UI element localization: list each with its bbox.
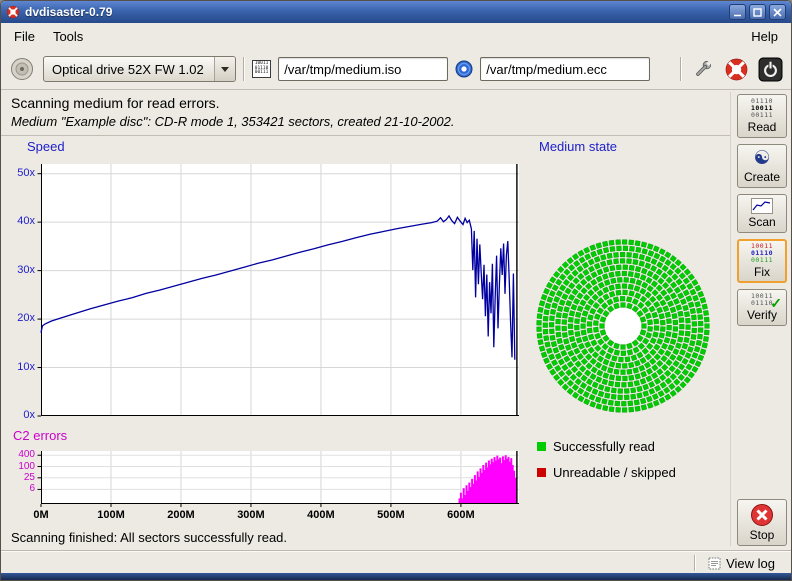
drive-button[interactable] [8,55,36,83]
speed-y-tick-label: 30x [7,264,35,276]
legend-label-unreadable: Unreadable / skipped [553,465,676,480]
window-title: dvdisaster-0.79 [25,5,724,19]
create-button[interactable]: ☯ Create [737,144,787,188]
status-line-1: Scanning medium for read errors. [11,95,721,111]
speed-y-tick-label: 50x [7,167,35,179]
menu-tools[interactable]: Tools [44,26,92,47]
scan-button[interactable]: Scan [737,194,787,233]
stop-label: Stop [750,528,775,542]
toolbar: Optical drive 52X FW 1.02 10011 01110 00… [1,49,791,90]
iso-file-icon: 10011 01110 00111 [252,60,272,78]
statusbar-separator [694,555,696,571]
fix-icon: 10011 01110 00111 [751,243,773,264]
drive-select-arrow-box [214,57,235,81]
medium-state-title: Medium state [539,139,617,154]
toolbar-right-group [680,56,784,83]
create-icon: ☯ [753,148,770,169]
c2-y-tick-label: 100 [7,461,35,472]
preferences-button[interactable] [689,56,716,83]
ecc-path-input[interactable] [480,57,650,81]
speed-y-tick-label: 20x [7,312,35,324]
close-button[interactable] [769,4,786,20]
scan-result-status: Scanning finished: All sectors successfu… [11,530,287,545]
check-icon: ✓ [770,295,782,312]
menubar: File Tools Help [1,23,791,49]
app-icon [6,5,20,19]
toolbar-separator [243,57,245,81]
dvdisaster-logo-button[interactable] [723,56,750,83]
rescue-ring-icon [724,57,749,82]
x-axis-tick-label: 600M [441,509,481,521]
action-sidebar: 01110 10011 00111 Read ☯ Create Scan 100… [730,92,792,546]
view-log-label: View log [726,556,775,571]
drive-icon [9,56,35,82]
minimize-button[interactable] [729,4,746,20]
legend-swatch-unreadable-icon [537,468,546,477]
fix-button[interactable]: 10011 01110 00111 Fix [737,239,787,283]
legend-label-read: Successfully read [553,439,655,454]
scan-icon [751,198,773,214]
scan-label: Scan [748,215,775,229]
create-label: Create [744,170,780,184]
speed-chart-plot [41,164,519,416]
stop-icon [750,503,774,527]
status-heading: Scanning medium for read errors. Medium … [1,90,731,136]
c2-errors-chart-title: C2 errors [13,428,67,443]
verify-icon: 10011 01110 ✓ [751,293,773,307]
legend-item-read: Successfully read [537,439,655,454]
read-label: Read [748,120,777,134]
fix-label: Fix [754,265,770,279]
menu-help[interactable]: Help [742,26,787,47]
speed-chart-title: Speed [27,139,65,154]
read-button[interactable]: 01110 10011 00111 Read [737,94,787,138]
titlebar[interactable]: dvdisaster-0.79 [1,1,791,23]
toolbar-separator [680,57,682,81]
speed-y-tick-label: 0x [7,409,35,421]
x-axis-tick-label: 100M [91,509,131,521]
log-icon [708,557,721,570]
wrench-icon [690,57,715,82]
iso-path-input[interactable] [278,57,448,81]
drive-select-value: Optical drive 52X FW 1.02 [44,62,214,77]
status-line-2: Medium "Example disc": CD-R mode 1, 3534… [11,114,721,129]
maximize-button[interactable] [749,4,766,20]
quit-button[interactable] [757,56,784,83]
x-axis-tick-label: 0M [21,509,61,521]
legend-item-unreadable: Unreadable / skipped [537,465,676,480]
ecc-file-icon [455,60,473,78]
statusbar: View log [1,550,791,575]
view-log-button[interactable]: View log [704,554,779,573]
window-bottom-border [1,573,791,580]
x-axis-tick-label: 300M [231,509,271,521]
c2-y-tick-label: 400 [7,449,35,460]
chevron-down-icon [221,67,229,72]
x-axis-tick-label: 500M [371,509,411,521]
medium-state-disc [533,236,713,416]
speed-y-tick-label: 10x [7,361,35,373]
stop-button[interactable]: Stop [737,499,787,546]
c2-y-tick-label: 25 [7,472,35,483]
x-axis-tick-label: 200M [161,509,201,521]
power-icon [758,57,783,82]
window-controls [729,4,786,20]
legend-swatch-read-icon [537,442,546,451]
drive-select[interactable]: Optical drive 52X FW 1.02 [43,56,236,82]
read-icon: 01110 10011 00111 [751,98,773,119]
c2-errors-chart-plot [41,451,519,504]
verify-button[interactable]: 10011 01110 ✓ Verify [737,289,787,326]
app-window: dvdisaster-0.79 File Tools Help [0,0,792,581]
speed-y-tick-label: 40x [7,215,35,227]
c2-y-tick-label: 6 [7,483,35,494]
x-axis-tick-label: 400M [301,509,341,521]
menu-file[interactable]: File [5,26,44,47]
chart-area: Speed C2 errors Medium state Successfull… [1,136,731,528]
